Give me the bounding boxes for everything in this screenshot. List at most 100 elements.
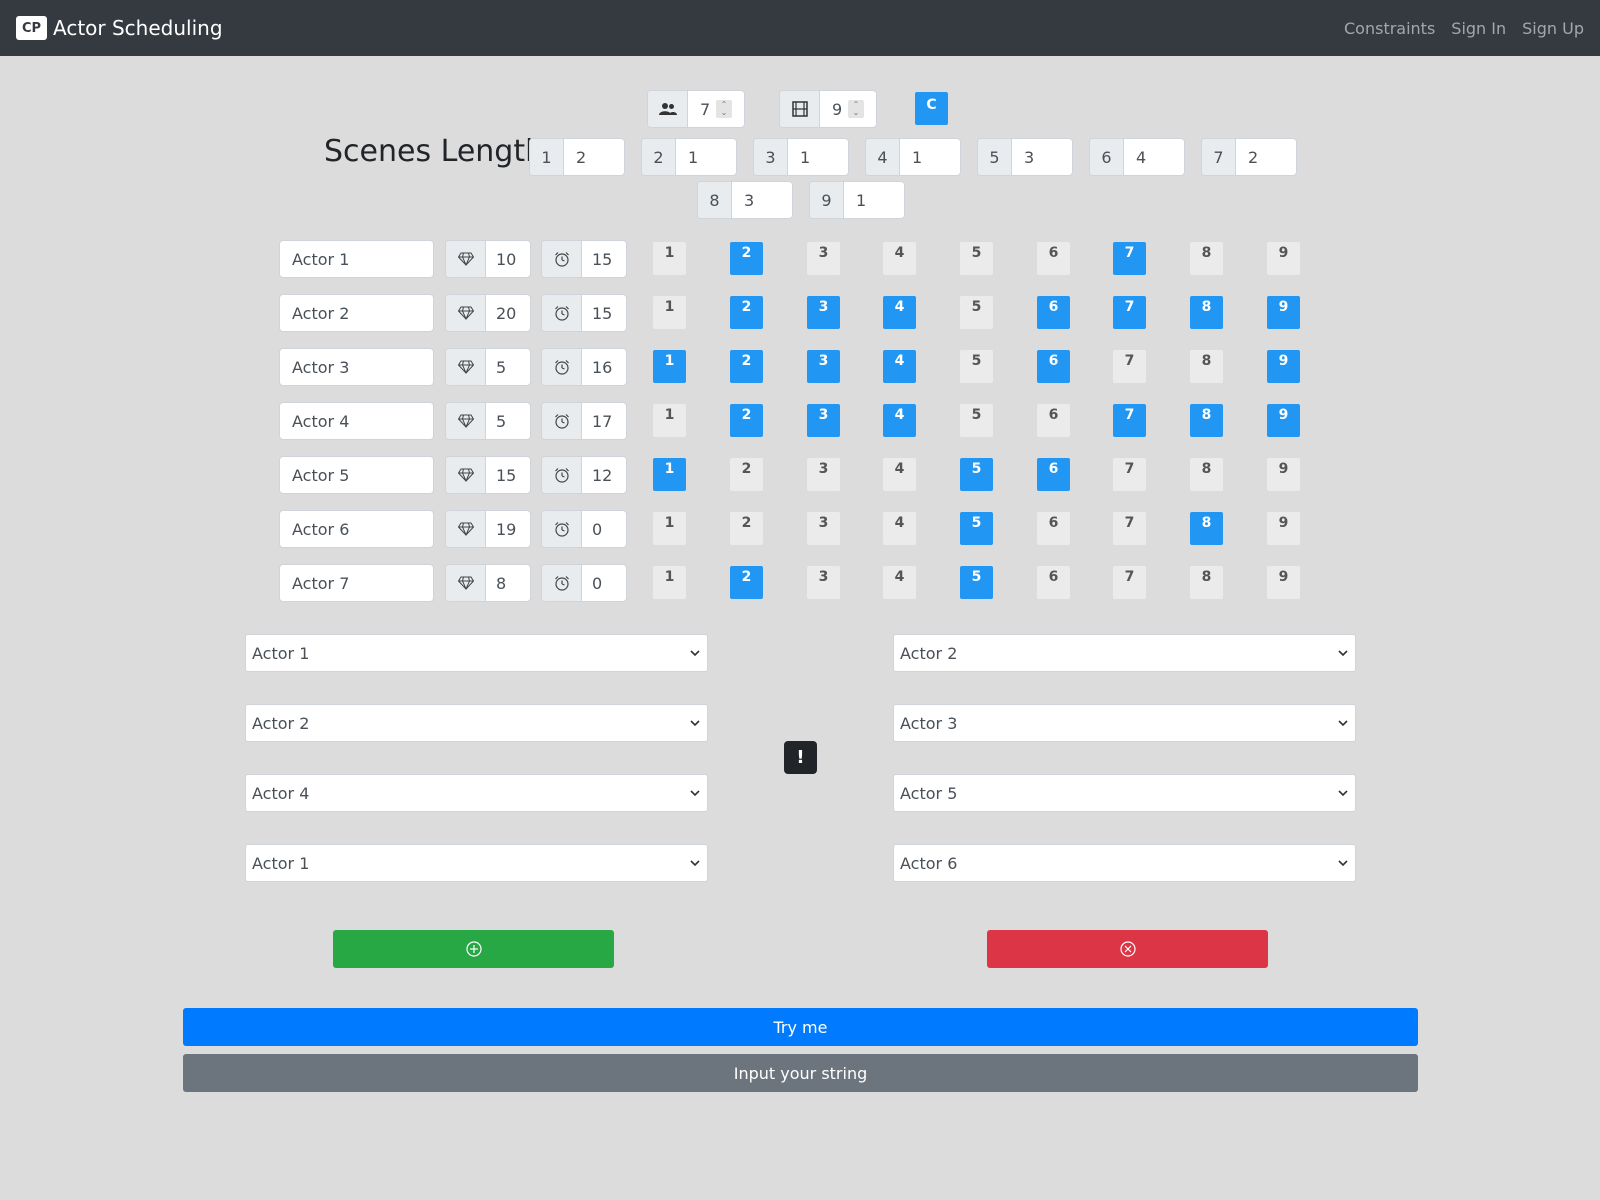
scene-toggle[interactable]: 7 (1113, 350, 1146, 383)
actor-count-input[interactable]: 7 ⌃ ⌄ (688, 91, 744, 127)
scene-toggle[interactable]: 7 (1113, 242, 1146, 275)
scene-length-value[interactable]: 4 (1124, 139, 1184, 175)
scene-toggle[interactable]: 3 (807, 242, 840, 275)
scene-toggle[interactable]: 2 (730, 404, 763, 437)
scene-toggle[interactable]: 3 (807, 512, 840, 545)
scene-length-input[interactable]: 41 (865, 138, 961, 176)
nav-link-constraints[interactable]: Constraints (1344, 19, 1435, 38)
actor-cost-input[interactable]: 20 (486, 295, 530, 331)
scene-toggle[interactable]: 7 (1113, 296, 1146, 329)
scene-toggle[interactable]: 8 (1190, 350, 1223, 383)
scene-toggle[interactable]: 8 (1190, 458, 1223, 491)
scene-length-input[interactable]: 83 (697, 181, 793, 219)
scene-toggle[interactable]: 6 (1037, 242, 1070, 275)
scene-toggle[interactable]: 1 (653, 404, 686, 437)
scene-toggle[interactable]: 5 (960, 512, 993, 545)
spinner-icon[interactable]: ⌃ ⌄ (848, 100, 864, 118)
scene-toggle[interactable]: 8 (1190, 512, 1223, 545)
actor-cost-input[interactable]: 19 (486, 511, 530, 547)
scene-toggle[interactable]: 1 (653, 350, 686, 383)
scene-toggle[interactable]: 8 (1190, 404, 1223, 437)
scene-toggle[interactable]: 6 (1037, 404, 1070, 437)
scene-toggle[interactable]: 3 (807, 458, 840, 491)
actor-name-input[interactable]: Actor 5 (279, 456, 434, 494)
scene-toggle[interactable]: 8 (1190, 566, 1223, 599)
scene-length-input[interactable]: 12 (529, 138, 625, 176)
constraint-select-left[interactable]: Actor 2 (245, 704, 708, 742)
scene-length-value[interactable]: 3 (1012, 139, 1072, 175)
c-button[interactable]: C (915, 92, 948, 125)
scene-length-input[interactable]: 91 (809, 181, 905, 219)
scene-length-input[interactable]: 53 (977, 138, 1073, 176)
actor-name-input[interactable]: Actor 4 (279, 402, 434, 440)
try-me-button[interactable]: Try me (183, 1008, 1418, 1046)
constraint-select-left[interactable]: Actor 4 (245, 774, 708, 812)
scene-toggle[interactable]: 8 (1190, 242, 1223, 275)
actor-time-input[interactable]: 17 (582, 403, 626, 439)
constraint-select-right[interactable]: Actor 6 (893, 844, 1356, 882)
scene-toggle[interactable]: 3 (807, 296, 840, 329)
scene-toggle[interactable]: 9 (1267, 458, 1300, 491)
scene-toggle[interactable]: 6 (1037, 458, 1070, 491)
scene-toggle[interactable]: 1 (653, 458, 686, 491)
scene-toggle[interactable]: 5 (960, 404, 993, 437)
constraint-select-left[interactable]: Actor 1 (245, 634, 708, 672)
nav-link-sign-in[interactable]: Sign In (1451, 19, 1506, 38)
actor-time-input[interactable]: 15 (582, 295, 626, 331)
actor-cost-input[interactable]: 5 (486, 403, 530, 439)
scene-toggle[interactable]: 3 (807, 404, 840, 437)
scene-toggle[interactable]: 4 (883, 458, 916, 491)
scene-toggle[interactable]: 5 (960, 566, 993, 599)
actor-time-input[interactable]: 0 (582, 565, 626, 601)
scene-toggle[interactable]: 9 (1267, 512, 1300, 545)
actor-name-input[interactable]: Actor 1 (279, 240, 434, 278)
scene-toggle[interactable]: 9 (1267, 296, 1300, 329)
scene-toggle[interactable]: 7 (1113, 404, 1146, 437)
scene-toggle[interactable]: 6 (1037, 566, 1070, 599)
scene-toggle[interactable]: 2 (730, 512, 763, 545)
scene-toggle[interactable]: 1 (653, 242, 686, 275)
remove-constraint-button[interactable] (987, 930, 1268, 968)
scene-toggle[interactable]: 2 (730, 296, 763, 329)
scene-toggle[interactable]: 2 (730, 242, 763, 275)
actor-time-input[interactable]: 15 (582, 241, 626, 277)
scene-toggle[interactable]: 5 (960, 350, 993, 383)
scene-length-value[interactable]: 1 (676, 139, 736, 175)
add-constraint-button[interactable] (333, 930, 614, 968)
input-string-button[interactable]: Input your string (183, 1054, 1418, 1092)
scene-toggle[interactable]: 7 (1113, 566, 1146, 599)
scene-length-value[interactable]: 1 (900, 139, 960, 175)
scene-toggle[interactable]: 9 (1267, 350, 1300, 383)
actor-name-input[interactable]: Actor 7 (279, 564, 434, 602)
scene-toggle[interactable]: 4 (883, 404, 916, 437)
scene-toggle[interactable]: 4 (883, 296, 916, 329)
scene-count-input[interactable]: 9 ⌃ ⌄ (820, 91, 876, 127)
actor-cost-input[interactable]: 10 (486, 241, 530, 277)
brand[interactable]: CP Actor Scheduling (16, 16, 223, 40)
scene-toggle[interactable]: 2 (730, 350, 763, 383)
scene-length-input[interactable]: 21 (641, 138, 737, 176)
scene-length-value[interactable]: 1 (788, 139, 848, 175)
scene-length-input[interactable]: 72 (1201, 138, 1297, 176)
nav-link-sign-up[interactable]: Sign Up (1522, 19, 1584, 38)
actor-name-input[interactable]: Actor 3 (279, 348, 434, 386)
scene-toggle[interactable]: 2 (730, 566, 763, 599)
scene-toggle[interactable]: 3 (807, 566, 840, 599)
scene-toggle[interactable]: 1 (653, 512, 686, 545)
scene-length-value[interactable]: 2 (1236, 139, 1296, 175)
scene-toggle[interactable]: 1 (653, 296, 686, 329)
warning-icon[interactable]: ! (784, 741, 817, 774)
actor-cost-input[interactable]: 8 (486, 565, 530, 601)
actor-time-input[interactable]: 12 (582, 457, 626, 493)
actor-time-input[interactable]: 0 (582, 511, 626, 547)
scene-length-value[interactable]: 3 (732, 182, 792, 218)
constraint-select-left[interactable]: Actor 1 (245, 844, 708, 882)
scene-toggle[interactable]: 7 (1113, 512, 1146, 545)
scene-toggle[interactable]: 4 (883, 350, 916, 383)
scene-toggle[interactable]: 6 (1037, 512, 1070, 545)
scene-toggle[interactable]: 2 (730, 458, 763, 491)
scene-toggle[interactable]: 5 (960, 242, 993, 275)
scene-length-value[interactable]: 1 (844, 182, 904, 218)
scene-toggle[interactable]: 7 (1113, 458, 1146, 491)
constraint-select-right[interactable]: Actor 2 (893, 634, 1356, 672)
